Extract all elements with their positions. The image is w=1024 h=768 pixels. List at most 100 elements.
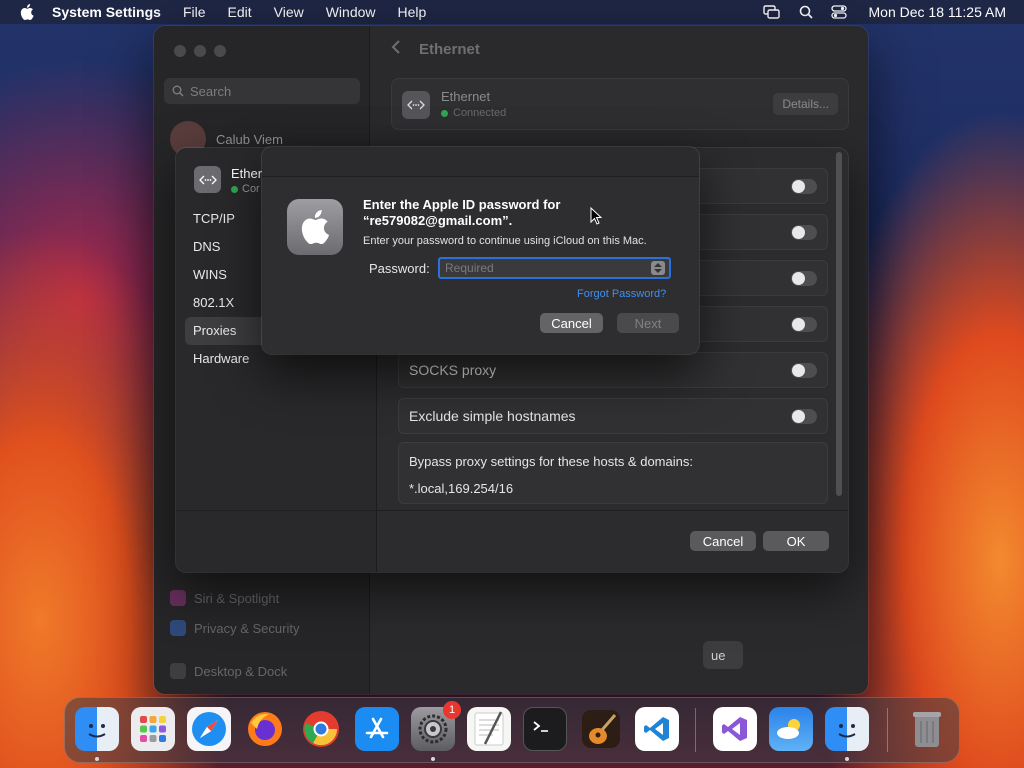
sidebar-item-label: Privacy & Security bbox=[194, 620, 300, 636]
socks-proxy-row: SOCKS proxy bbox=[398, 352, 828, 388]
sheet-ok-button[interactable]: OK bbox=[763, 531, 829, 551]
connected-dot bbox=[231, 185, 238, 193]
zoom-window-icon[interactable] bbox=[214, 45, 226, 57]
menu-edit[interactable]: Edit bbox=[228, 4, 252, 20]
menu-window[interactable]: Window bbox=[326, 4, 376, 20]
proxy-toggle[interactable] bbox=[791, 179, 817, 194]
forgot-password-link[interactable]: Forgot Password? bbox=[577, 288, 666, 300]
passwords-key-icon[interactable] bbox=[651, 261, 665, 275]
sheet-ethernet-name: Ether bbox=[231, 166, 263, 181]
search-icon[interactable] bbox=[799, 5, 813, 19]
proxy-row-label: Exclude simple hostnames bbox=[409, 408, 576, 424]
window-controls bbox=[174, 45, 226, 57]
sidebar-item-siri[interactable]: Siri & Spotlight bbox=[170, 590, 279, 606]
hand-icon bbox=[170, 620, 186, 636]
user-name: Calub Viem bbox=[216, 131, 283, 147]
app-store-icon[interactable] bbox=[355, 707, 399, 751]
proxy-row-label: SOCKS proxy bbox=[409, 362, 497, 378]
dialog-next-button[interactable]: Next bbox=[617, 313, 679, 333]
sheet-ethernet-header: Ether Cor bbox=[194, 166, 262, 195]
minimize-window-icon[interactable] bbox=[194, 45, 206, 57]
bypass-hosts-field[interactable]: *.local,169.254/16 bbox=[409, 481, 817, 496]
password-field-wrapper bbox=[438, 257, 671, 279]
socks-proxy-toggle[interactable] bbox=[791, 363, 817, 378]
page-header: Ethernet bbox=[391, 40, 480, 58]
proxy-toggle[interactable] bbox=[791, 317, 817, 332]
password-label: Password: bbox=[369, 261, 430, 276]
menu-app-name[interactable]: System Settings bbox=[52, 4, 161, 20]
exclude-hostnames-row: Exclude simple hostnames bbox=[398, 398, 828, 434]
search-placeholder: Search bbox=[190, 83, 232, 99]
dock: 1 bbox=[64, 697, 960, 763]
finder-window-icon[interactable] bbox=[825, 707, 869, 751]
launchpad-icon[interactable] bbox=[131, 707, 175, 751]
dialog-title: Enter the Apple ID password for “re57908… bbox=[363, 197, 683, 229]
search-icon bbox=[172, 85, 184, 97]
terminal-icon[interactable] bbox=[523, 707, 567, 751]
page-title: Ethernet bbox=[419, 40, 480, 58]
firefox-icon[interactable] bbox=[243, 707, 287, 751]
textedit-icon[interactable] bbox=[467, 707, 511, 751]
dock-icon bbox=[170, 663, 186, 679]
continue-button[interactable]: ue bbox=[703, 641, 743, 669]
sheet-divider bbox=[176, 510, 848, 511]
bypass-label: Bypass proxy settings for these hosts & … bbox=[409, 454, 693, 469]
trash-icon[interactable] bbox=[905, 707, 949, 751]
status-text: Cor bbox=[242, 183, 260, 195]
dialog-titlebar bbox=[262, 147, 699, 177]
mouse-cursor-icon bbox=[590, 206, 603, 230]
sidebar-item-label: Siri & Spotlight bbox=[194, 590, 280, 606]
control-center-icon[interactable] bbox=[830, 5, 847, 19]
vscode-icon[interactable] bbox=[635, 707, 679, 751]
ethernet-icon bbox=[402, 91, 430, 119]
scrollbar[interactable] bbox=[836, 152, 842, 496]
proxy-toggle[interactable] bbox=[791, 271, 817, 286]
ethernet-icon bbox=[194, 166, 221, 193]
system-settings-icon[interactable]: 1 bbox=[411, 701, 461, 751]
sidebar-item-privacy[interactable]: Privacy & Security bbox=[170, 620, 299, 636]
sidebar-item-label: Desktop & Dock bbox=[194, 663, 288, 679]
screen-mirroring-icon[interactable] bbox=[762, 5, 781, 19]
close-window-icon[interactable] bbox=[174, 45, 186, 57]
sheet-ethernet-status: Cor bbox=[231, 183, 262, 195]
running-indicator bbox=[845, 757, 849, 761]
dock-separator bbox=[887, 708, 888, 752]
menu-file[interactable]: File bbox=[183, 4, 206, 20]
dock-separator bbox=[695, 708, 696, 752]
bypass-proxy-box: Bypass proxy settings for these hosts & … bbox=[398, 442, 828, 504]
visual-studio-icon[interactable] bbox=[713, 707, 757, 751]
connected-dot bbox=[441, 109, 448, 117]
dialog-subtitle: Enter your password to continue using iC… bbox=[363, 235, 647, 247]
apple-id-password-dialog: Enter the Apple ID password for “re57908… bbox=[262, 147, 699, 354]
menu-view[interactable]: View bbox=[274, 4, 304, 20]
sheet-cancel-button[interactable]: Cancel bbox=[690, 531, 756, 551]
chrome-icon[interactable] bbox=[299, 707, 343, 751]
apple-menu-icon[interactable] bbox=[17, 2, 37, 22]
menu-bar: System Settings File Edit View Window He… bbox=[0, 0, 1024, 24]
dialog-title-email: “re579082@gmail.com”. bbox=[363, 213, 513, 228]
weather-icon[interactable] bbox=[769, 707, 813, 751]
menu-clock[interactable]: Mon Dec 18 11:25 AM bbox=[869, 4, 1006, 20]
running-indicator bbox=[431, 757, 435, 761]
running-indicator bbox=[95, 757, 99, 761]
ethernet-card: Ethernet Connected Details... bbox=[391, 78, 849, 130]
safari-icon[interactable] bbox=[187, 707, 231, 751]
dialog-cancel-button[interactable]: Cancel bbox=[540, 313, 603, 333]
settings-search-field[interactable]: Search bbox=[164, 78, 360, 104]
garageband-icon[interactable] bbox=[579, 707, 623, 751]
finder-icon[interactable] bbox=[75, 707, 119, 751]
proxy-toggle[interactable] bbox=[791, 225, 817, 240]
notification-badge: 1 bbox=[443, 701, 461, 719]
siri-icon bbox=[170, 590, 186, 606]
back-chevron-icon[interactable] bbox=[391, 40, 401, 58]
menu-help[interactable]: Help bbox=[398, 4, 427, 20]
details-button[interactable]: Details... bbox=[773, 93, 838, 115]
password-input[interactable] bbox=[445, 261, 645, 275]
ethernet-title: Ethernet bbox=[441, 89, 491, 104]
status-text: Connected bbox=[453, 107, 507, 119]
exclude-hostnames-toggle[interactable] bbox=[791, 409, 817, 424]
ethernet-status: Connected bbox=[441, 107, 506, 119]
dialog-title-line: Enter the Apple ID password for bbox=[363, 197, 561, 212]
sidebar-item-desktop-dock[interactable]: Desktop & Dock bbox=[170, 663, 287, 679]
apple-logo-icon bbox=[287, 199, 343, 255]
